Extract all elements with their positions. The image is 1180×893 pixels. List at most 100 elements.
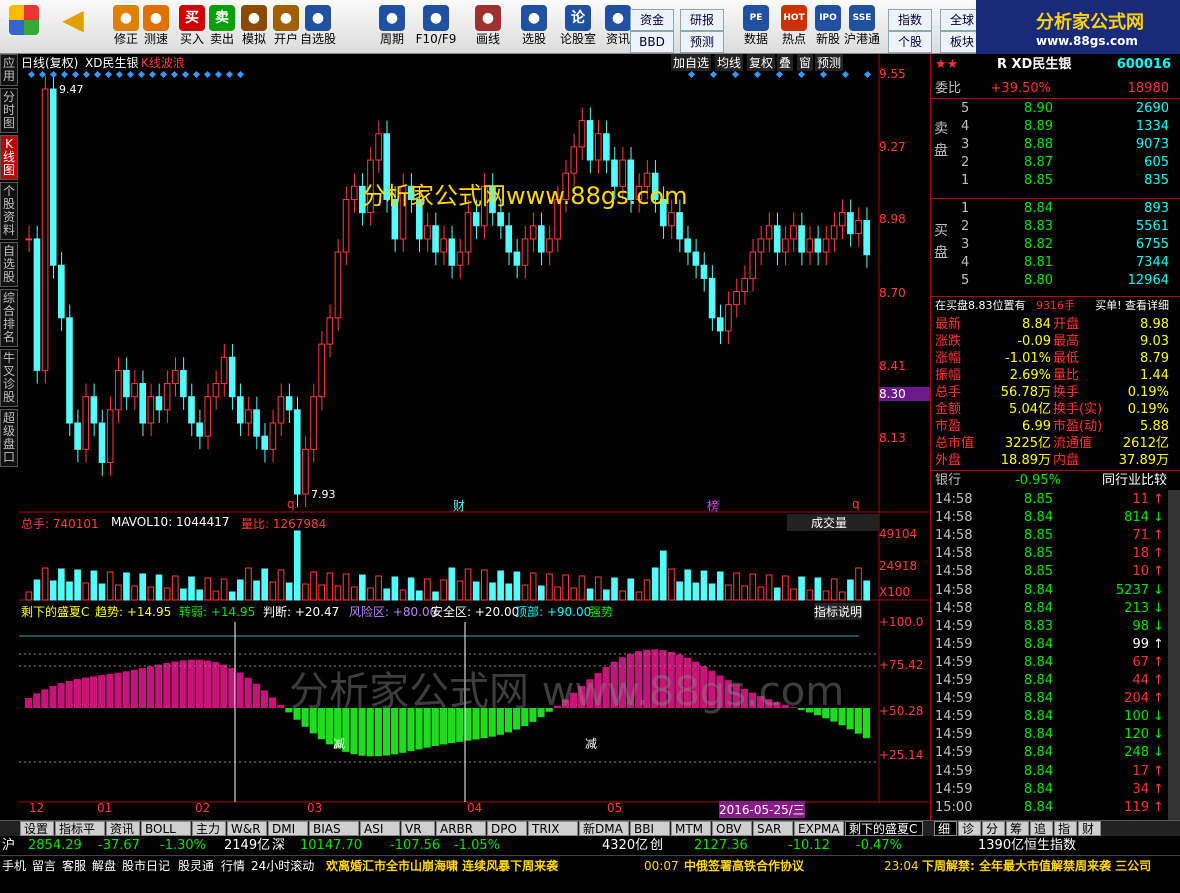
volume-bar	[367, 587, 374, 601]
nav-item[interactable]: 超级盘口	[0, 409, 18, 467]
chart-button[interactable]: 预测	[815, 54, 844, 71]
status-link[interactable]: 股灵通	[178, 856, 214, 876]
chart-button[interactable]: 加自选	[671, 54, 712, 71]
panel-tab[interactable]: 诊	[958, 821, 981, 836]
indicator-tab[interactable]: TRIX	[528, 821, 578, 836]
panel-tab[interactable]: 财	[1078, 821, 1101, 836]
status-link[interactable]: 手机	[2, 856, 26, 876]
toolbar-small-button[interactable]: 研报	[680, 9, 724, 31]
arrow-up-icon: ↑	[1153, 763, 1164, 779]
back-button[interactable]: ◀	[56, 3, 90, 51]
chart-button[interactable]: 复权	[747, 54, 776, 71]
toolbar-small-button[interactable]: 个股	[888, 31, 932, 53]
indicator-tab[interactable]: 设置	[20, 821, 54, 836]
weibi-value: +39.50%	[990, 81, 1051, 96]
nav-item[interactable]: K线图	[0, 135, 18, 180]
nav-item[interactable]: 应用	[0, 54, 18, 86]
indicator-tab[interactable]: 剩下的盛夏C	[845, 821, 923, 836]
panel-tab[interactable]: 分	[982, 821, 1005, 836]
panel-tab[interactable]: 指	[1054, 821, 1077, 836]
nav-item[interactable]: 综合排名	[0, 289, 18, 347]
chart-button[interactable]: 均线	[715, 54, 744, 71]
indicator-tab[interactable]: 资讯	[106, 821, 140, 836]
news-ticker-1[interactable]: 欢离婚汇市全市山崩海啸 连续风暴下周来袭	[326, 856, 558, 876]
status-link[interactable]: 解盘	[92, 856, 116, 876]
indicator-tab[interactable]: DPO	[487, 821, 527, 836]
indicator-tab[interactable]: SAR	[753, 821, 793, 836]
panel-tab[interactable]: 追	[1030, 821, 1053, 836]
indicator-tab[interactable]: 主力	[192, 821, 226, 836]
toolbar-f10-button[interactable]: ● F10/F9	[414, 3, 458, 51]
candle-body	[570, 146, 578, 174]
volume-bar	[733, 572, 740, 601]
panel-tab[interactable]: 筹	[1006, 821, 1029, 836]
ipo-icon: IPO	[815, 5, 841, 31]
candle-body	[773, 225, 781, 253]
rank-marker: 榜	[707, 499, 720, 513]
toolbar-hk-link-button[interactable]: SSE 沪港通	[840, 3, 884, 51]
sell-row: 1 8.85 835	[931, 172, 1171, 190]
indicator-tab[interactable]: OBV	[712, 821, 752, 836]
indicator-tab[interactable]: W&R	[227, 821, 267, 836]
indicator-tab[interactable]: BOLL	[141, 821, 191, 836]
indicator-bar-pos	[203, 660, 212, 708]
tick-volume: 120	[1124, 727, 1149, 743]
tick-scrollbar[interactable]	[1168, 490, 1180, 820]
indicator-tab[interactable]: MTM	[671, 821, 711, 836]
toolbar: ◀ ● 修正 ● 测速买买入卖卖出 ● 模拟 ● 开户 ● 自选股 ● 周期 ● F10/F9 ● 画线 ● 选股…	[0, 0, 1180, 54]
menu-grid-button[interactable]	[4, 3, 44, 51]
indicator-tab[interactable]: VR	[401, 821, 435, 836]
chart-button[interactable]: 叠	[777, 54, 794, 71]
status-link[interactable]: 留言	[32, 856, 56, 876]
toolbar-clock-button[interactable]: ● 周期	[370, 3, 414, 51]
candle-body	[847, 212, 854, 235]
chart-button[interactable]: 窗	[797, 54, 814, 71]
volume: 12964	[1127, 273, 1169, 288]
toolbar-pen-button[interactable]: ● 画线	[466, 3, 510, 51]
toolbar-select-button[interactable]: ● 选股	[512, 3, 556, 51]
indicator-tab[interactable]: ARBR	[436, 821, 486, 836]
candle-body	[318, 343, 325, 398]
tick-row: 14:59 8.84 99 ↑	[931, 636, 1171, 654]
candle-body	[220, 356, 228, 385]
nav-item[interactable]: 牛叉诊股	[0, 349, 18, 407]
status-link[interactable]: 股市日记	[122, 856, 170, 876]
toolbar-small-button[interactable]: 指数	[888, 9, 932, 31]
candle-body	[114, 369, 122, 411]
toolbar-small-button[interactable]: BBD	[630, 31, 674, 53]
nav-item[interactable]: 分时图	[0, 88, 18, 133]
x-axis-label: 12	[29, 801, 45, 815]
tick-volume: 248	[1124, 745, 1149, 761]
indicator-tab[interactable]: BIAS	[309, 821, 359, 836]
indicator-tab[interactable]: 指标平台	[55, 821, 105, 851]
candle-body	[497, 212, 504, 227]
sell-row: 5 8.90 2690	[931, 100, 1171, 118]
volume: 835	[1144, 173, 1169, 188]
indicator-tab[interactable]: BBI	[630, 821, 670, 836]
level: 1	[961, 201, 970, 216]
volume-bar	[261, 568, 269, 601]
toolbar-discuss-button[interactable]: 论论股室	[556, 3, 600, 51]
indicator-tab[interactable]: EXPMA	[794, 821, 844, 836]
indicator-tab[interactable]: DMI	[268, 821, 308, 836]
tick-price: 8.84	[1024, 799, 1053, 815]
volume-select[interactable]: 成交量	[787, 514, 879, 531]
nav-item[interactable]: 自选股	[0, 242, 18, 287]
indicator-fx: 风险区: +80.00	[349, 605, 438, 619]
volume-bar	[790, 588, 797, 601]
status-link[interactable]: 行情	[221, 856, 245, 876]
indicator-tab[interactable]: 新DMA	[579, 821, 629, 836]
indicator-help-button[interactable]: 指标说明	[814, 603, 863, 620]
volume-bar	[497, 570, 504, 601]
status-link[interactable]: 24小时滚动	[251, 856, 314, 876]
news-ticker-2[interactable]: 中俄签署高铁合作协议	[684, 856, 804, 876]
toolbar-small-button[interactable]: 资金	[630, 9, 674, 31]
status-link[interactable]: 客服	[62, 856, 86, 876]
hk-link-icon: SSE	[849, 5, 875, 31]
nav-item[interactable]: 个股资料	[0, 182, 18, 240]
toolbar-star-list-button[interactable]: ● 自选股	[296, 3, 340, 51]
toolbar-small-button[interactable]: 预测	[680, 31, 724, 53]
news-ticker-3[interactable]: 下周解禁: 全年最大市值解禁周来袭 三公司	[922, 856, 1178, 876]
indicator-tab[interactable]: ASI	[360, 821, 400, 836]
panel-tab[interactable]: 细	[934, 821, 957, 836]
